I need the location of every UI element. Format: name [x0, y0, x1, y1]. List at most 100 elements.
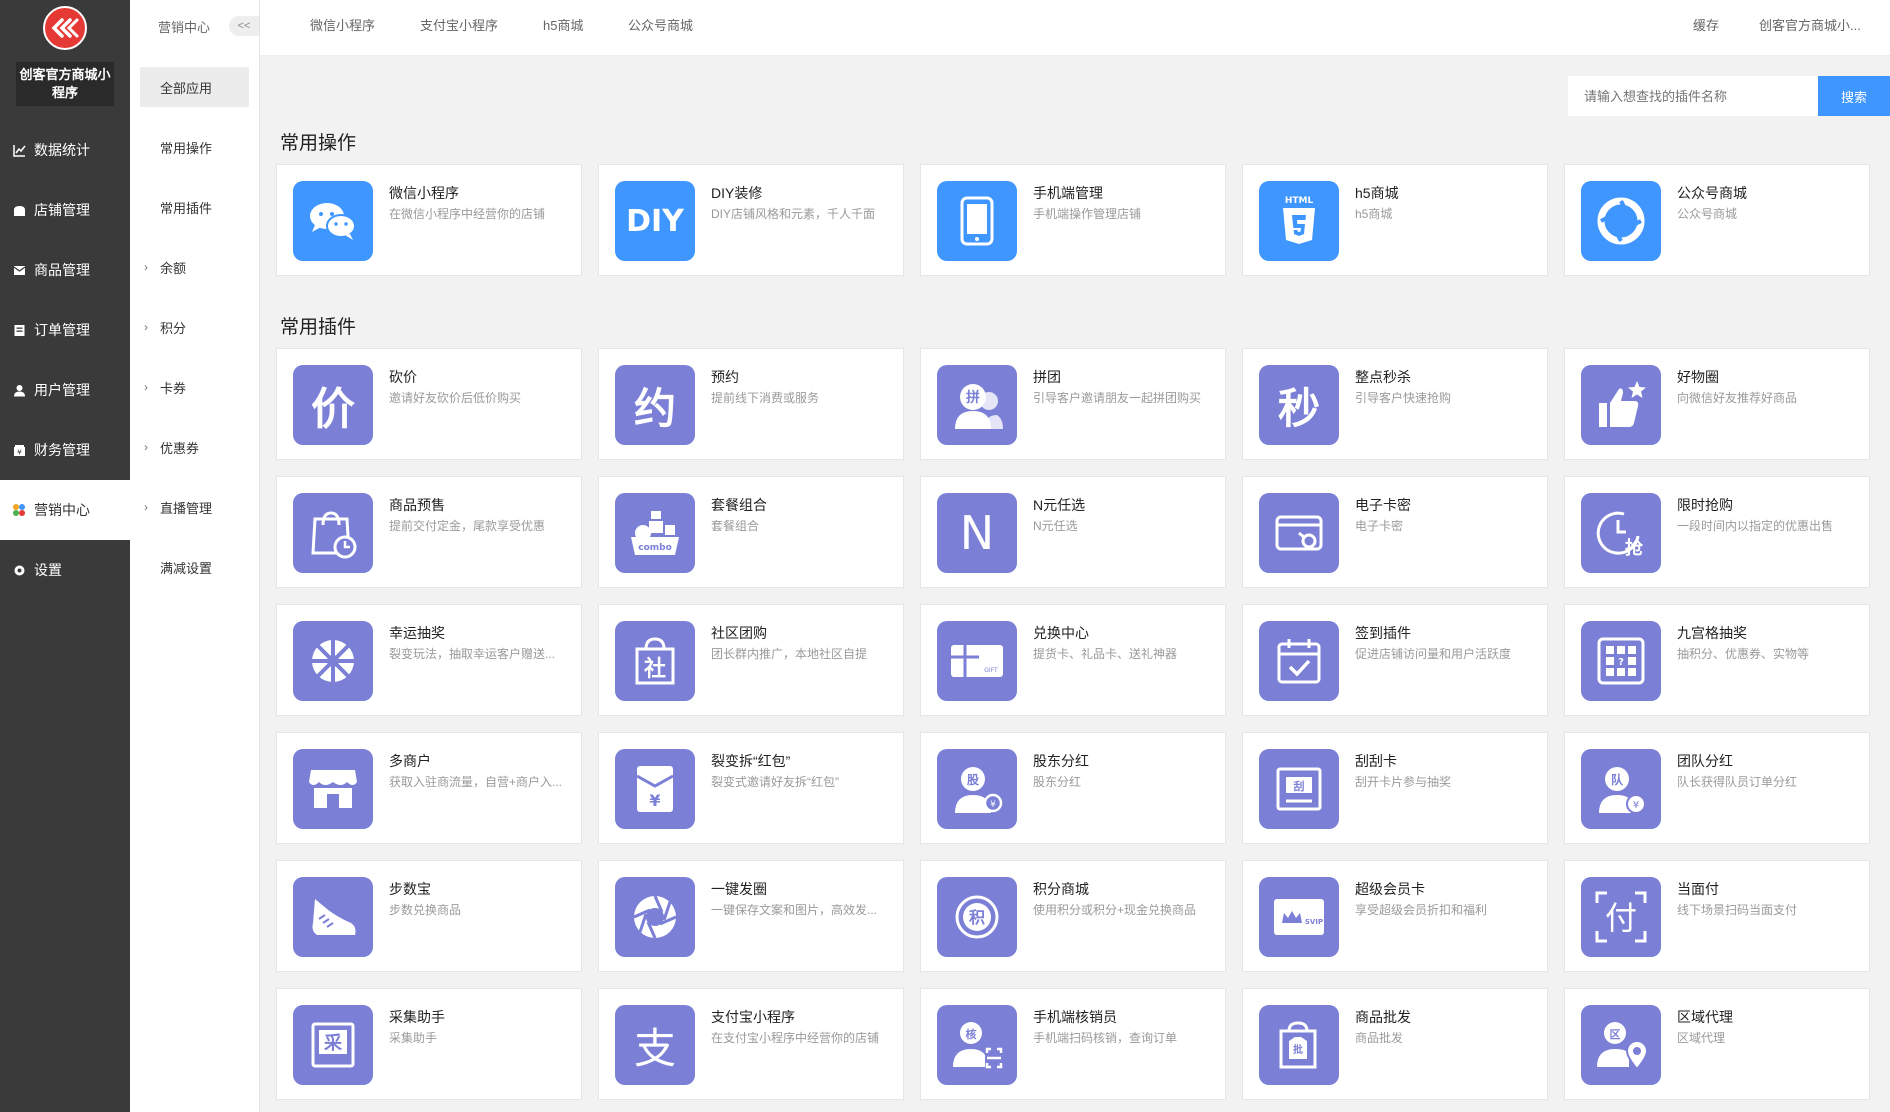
plugin-title: 股东分红 — [1033, 753, 1089, 769]
subnav-item-cards[interactable]: › 卡券 — [130, 357, 259, 417]
cache-link[interactable]: 缓存 — [1693, 0, 1719, 52]
plugin-title: 九宫格抽奖 — [1677, 625, 1747, 641]
plugin-title: 当面付 — [1677, 881, 1719, 897]
subnav-item-discount[interactable]: 满减设置 — [130, 537, 259, 597]
nav-item-orders[interactable]: 订单管理 — [0, 300, 130, 360]
plugin-card-multi-merchant[interactable]: 多商户 获取入驻商流量，自营+商户入... — [276, 732, 582, 844]
plugin-desc: 一键保存文案和图片，高效发... — [711, 903, 878, 917]
nav-label: 店铺管理 — [34, 202, 90, 218]
sneaker-icon — [293, 877, 373, 957]
plugin-card-one-click-post[interactable]: 一键发圈 一键保存文案和图片，高效发... — [598, 860, 904, 972]
nav-item-marketing[interactable]: 营销中心 — [0, 480, 130, 540]
app-card-title: 手机端管理 — [1033, 185, 1103, 201]
subnav-label: 常用操作 — [160, 140, 213, 156]
app-card-mobile-admin[interactable]: 手机端管理 手机端操作管理店铺 — [920, 164, 1226, 276]
team-glyph: 队 — [1611, 772, 1624, 787]
subnav-item-live[interactable]: › 直播管理 — [130, 477, 259, 537]
nav-item-settings[interactable]: 设置 — [0, 540, 130, 600]
subnav-item-balance[interactable]: › 余额 — [130, 237, 259, 297]
app-card-wechat-mini[interactable]: 微信小程序 在微信小程序中经营你的店铺 — [276, 164, 582, 276]
plugin-card-scratch[interactable]: 刮 刮刮卡 刮开卡片参与抽奖 — [1242, 732, 1548, 844]
plugin-card-verifier[interactable]: 核 手机端核销员 手机端扫码核销，查询订单 — [920, 988, 1226, 1100]
app-card-desc: h5商城 — [1355, 207, 1393, 221]
plugin-card-region-agent[interactable]: 区 区域代理 区域代理 — [1564, 988, 1870, 1100]
settings-icon — [12, 563, 26, 577]
plugin-card-shareholder[interactable]: 股 ¥ 股东分红 股东分红 — [920, 732, 1226, 844]
shutter-icon — [1581, 181, 1661, 261]
collapse-button[interactable]: << — [229, 16, 259, 36]
wholesale-glyph: 批 — [1293, 1043, 1303, 1056]
bargain-icon: 价 — [293, 365, 373, 445]
tab-wechat-mini[interactable]: 微信小程序 — [310, 0, 375, 52]
subnav-item-common-plugins[interactable]: 常用插件 — [130, 177, 259, 237]
plugin-title: 裂变拆“红包” — [711, 753, 791, 769]
plugin-card-n-yuan[interactable]: N N元任选 N元任选 — [920, 476, 1226, 588]
app-card-h5[interactable]: HTML h5商城 h5商城 — [1242, 164, 1548, 276]
plugin-card-limited-sale[interactable]: 抢 限时抢购 一段时间内以指定的优惠出售 — [1564, 476, 1870, 588]
plugin-desc: 裂变玩法，抽取幸运客户赠送... — [389, 647, 556, 661]
plugin-card-combo[interactable]: combo 套餐组合 套餐组合 — [598, 476, 904, 588]
plugin-desc: 步数兑换商品 — [389, 903, 462, 917]
plugin-card-red-envelope[interactable]: ¥ 裂变拆“红包” 裂变式邀请好友拆“红包” — [598, 732, 904, 844]
nav-item-finance[interactable]: ¥ 财务管理 — [0, 420, 130, 480]
plugin-desc: 区域代理 — [1677, 1031, 1726, 1045]
plugin-card-super-vip[interactable]: SVIP 超级会员卡 享受超级会员折扣和福利 — [1242, 860, 1548, 972]
tab-alipay-mini[interactable]: 支付宝小程序 — [420, 0, 498, 52]
plugin-card-alipay-mini[interactable]: 支 支付宝小程序 在支付宝小程序中经营你的店铺 — [598, 988, 904, 1100]
plugin-card-appointment[interactable]: 约 预约 提前线下消费或服务 — [598, 348, 904, 460]
subnav-item-all-apps[interactable]: 全部应用 — [140, 67, 249, 107]
envelope-glyph: ¥ — [649, 791, 660, 810]
plugin-title: 商品预售 — [389, 497, 445, 513]
plugin-title: 拼团 — [1033, 369, 1061, 385]
n-glyph: N — [959, 506, 995, 560]
tab-official-mall[interactable]: 公众号商城 — [628, 0, 693, 52]
plugin-card-nine-grid[interactable]: ? 九宫格抽奖 抽积分、优惠券、实物等 — [1564, 604, 1870, 716]
plugin-card-points-mall[interactable]: 积 积分商城 使用积分或积分+现金兑换商品 — [920, 860, 1226, 972]
plugin-card-group-buy[interactable]: 拼 拼团 引导客户邀请朋友一起拼团购买 — [920, 348, 1226, 460]
plugin-title: 团队分红 — [1677, 753, 1733, 769]
plugin-desc: 促进店铺访问量和用户活跃度 — [1355, 647, 1512, 661]
plugin-search: 搜索 — [1568, 76, 1890, 116]
account-menu[interactable]: 创客官方商城小... — [1759, 0, 1861, 52]
plugin-desc: 一段时间内以指定的优惠出售 — [1677, 519, 1834, 533]
subnav-item-common-ops[interactable]: 常用操作 — [130, 117, 259, 177]
nav-item-users[interactable]: 用户管理 — [0, 360, 130, 420]
nav-item-store[interactable]: 店铺管理 — [0, 180, 130, 240]
main-sidebar: 创客官方商城小程序 数据统计 店铺管理 商品管理 订单管理 用户管理 ¥ 财务管… — [0, 0, 130, 1112]
plugin-card-bargain[interactable]: 价 砍价 邀请好友砍价后低价购买 — [276, 348, 582, 460]
subnav-item-points[interactable]: › 积分 — [130, 297, 259, 357]
plugin-card-team-bonus[interactable]: 队 ¥ 团队分红 队长获得队员订单分红 — [1564, 732, 1870, 844]
plugin-card-e-card[interactable]: 电子卡密 电子卡密 — [1242, 476, 1548, 588]
brand-logo-icon[interactable] — [43, 6, 87, 50]
subnav-label: 卡券 — [160, 380, 187, 396]
tab-h5-mall[interactable]: h5商城 — [543, 0, 583, 52]
community-bag-icon: 社 — [615, 621, 695, 701]
plugin-desc: 在支付宝小程序中经营你的店铺 — [711, 1031, 880, 1045]
e-card-icon — [1259, 493, 1339, 573]
plugin-card-step-treasure[interactable]: 步数宝 步数兑换商品 — [276, 860, 582, 972]
region-glyph: 区 — [1610, 1028, 1621, 1041]
plugin-card-lucky-draw[interactable]: 幸运抽奖 裂变玩法，抽取幸运客户赠送... — [276, 604, 582, 716]
plugin-title: 整点秒杀 — [1355, 369, 1411, 385]
plugin-card-wholesale[interactable]: 批 商品批发 商品批发 — [1242, 988, 1548, 1100]
subnav-item-coupons[interactable]: › 优惠券 — [130, 417, 259, 477]
app-card-diy[interactable]: DIY DIY装修 DIY店铺风格和元素，千人千面 — [598, 164, 904, 276]
plugin-card-good-circle[interactable]: 好物圈 向微信好友推荐好商品 — [1564, 348, 1870, 460]
search-input[interactable] — [1568, 76, 1818, 116]
collect-icon: 采 — [293, 1005, 373, 1085]
team-bonus-icon: 队 ¥ — [1581, 749, 1661, 829]
plugin-card-face-pay[interactable]: 付 当面付 线下场景扫码当面支付 — [1564, 860, 1870, 972]
html5-icon: HTML — [1259, 181, 1339, 261]
plugin-card-flash-sale[interactable]: 秒 整点秒杀 引导客户快速抢购 — [1242, 348, 1548, 460]
plugin-card-community[interactable]: 社 社区团购 团长群内推广，本地社区自提 — [598, 604, 904, 716]
search-button[interactable]: 搜索 — [1818, 76, 1890, 116]
plugin-desc: 裂变式邀请好友拆“红包” — [711, 775, 839, 789]
plugin-card-exchange[interactable]: GIFT 兑换中心 提货卡、礼品卡、送礼神器 — [920, 604, 1226, 716]
app-card-official-mall[interactable]: 公众号商城 公众号商城 — [1564, 164, 1870, 276]
nav-item-statistics[interactable]: 数据统计 — [0, 120, 130, 180]
nav-item-goods[interactable]: 商品管理 — [0, 240, 130, 300]
shop-name[interactable]: 创客官方商城小程序 — [16, 62, 114, 106]
plugin-card-collector[interactable]: 采 采集助手 采集助手 — [276, 988, 582, 1100]
plugin-card-presale[interactable]: 商品预售 提前交付定金，尾款享受优惠 — [276, 476, 582, 588]
plugin-card-checkin[interactable]: 签到插件 促进店铺访问量和用户活跃度 — [1242, 604, 1548, 716]
